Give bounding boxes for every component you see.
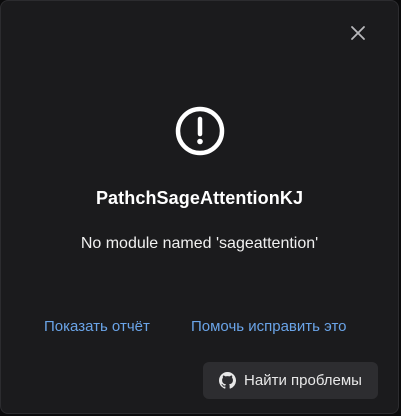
find-issues-label: Найти проблемы: [244, 372, 362, 389]
show-report-link[interactable]: Показать отчёт: [44, 318, 150, 335]
github-icon: [219, 372, 237, 389]
exclamation-circle-icon: [174, 105, 226, 157]
error-message: No module named 'sageattention': [80, 235, 319, 252]
close-icon: [350, 25, 366, 41]
dialog-title: PathchSageAttentionKJ: [95, 188, 304, 208]
find-issues-button[interactable]: Найти проблемы: [203, 362, 378, 399]
help-fix-link[interactable]: Помочь исправить это: [191, 318, 347, 335]
error-dialog: PathchSageAttentionKJ No module named 's…: [0, 0, 399, 414]
close-button[interactable]: [346, 21, 370, 45]
